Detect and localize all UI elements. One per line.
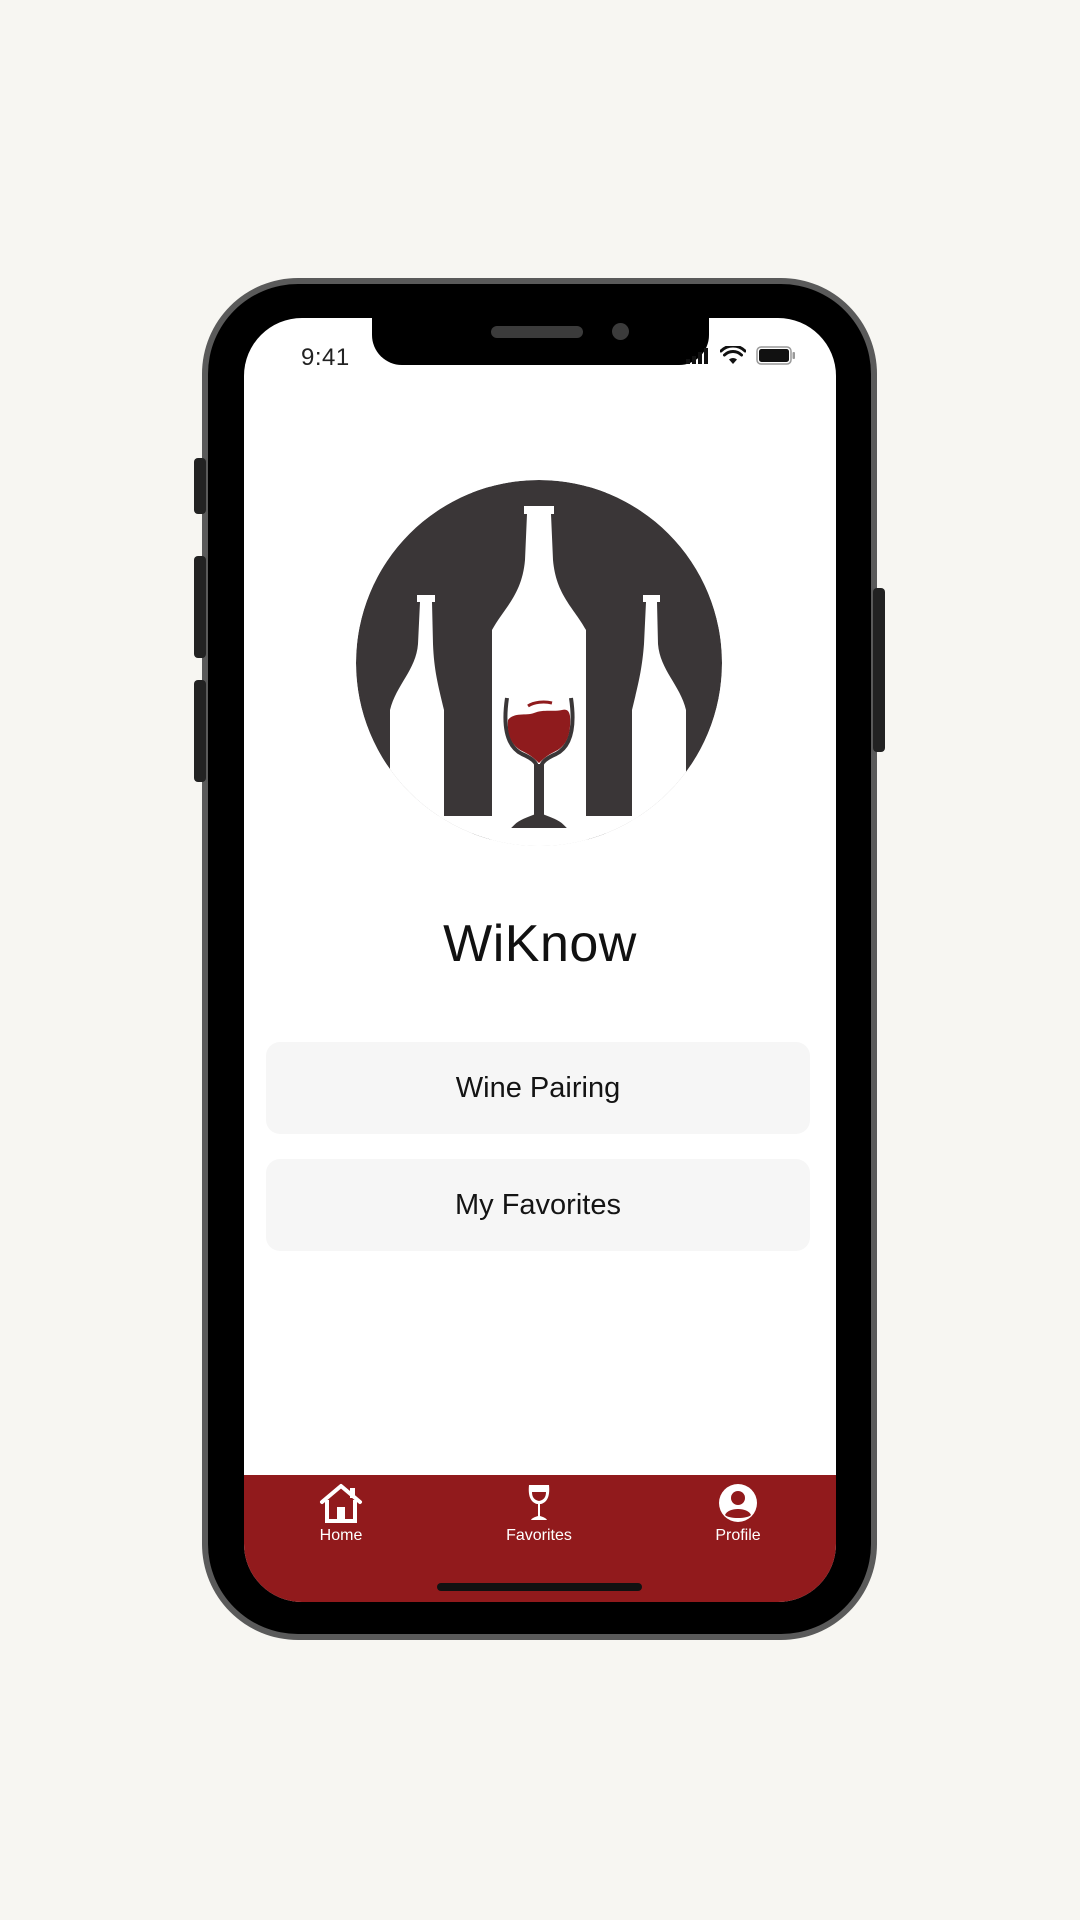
power-button (873, 588, 885, 752)
wine-glass-icon (516, 1481, 562, 1525)
status-time: 9:41 (301, 344, 350, 371)
home-indicator[interactable] (437, 1583, 642, 1591)
app-title: WiKnow (443, 915, 637, 973)
home-icon (318, 1481, 364, 1525)
status-icons (686, 346, 796, 365)
tab-profile[interactable]: Profile (678, 1481, 798, 1559)
my-favorites-button[interactable]: My Favorites (266, 1159, 810, 1251)
wine-bottles-logo (356, 480, 722, 846)
mute-switch (194, 458, 206, 514)
tab-favorites-label: Favorites (506, 1527, 572, 1544)
front-camera (612, 323, 629, 340)
speaker-grille (491, 326, 583, 338)
wifi-icon (720, 346, 746, 364)
tab-profile-label: Profile (715, 1527, 761, 1544)
signal-icon (686, 347, 708, 364)
battery-icon (756, 346, 795, 365)
profile-icon (715, 1481, 761, 1525)
volume-down-button (194, 680, 206, 782)
wine-pairing-button[interactable]: Wine Pairing (266, 1042, 810, 1134)
stage: 9:41 WiKnow Wine Pairing My Favorites Ho… (0, 0, 1080, 1920)
volume-up-button (194, 556, 206, 658)
tab-favorites[interactable]: Favorites (479, 1481, 599, 1559)
notch (372, 318, 709, 365)
tab-home[interactable]: Home (281, 1481, 401, 1559)
tab-home-label: Home (319, 1527, 363, 1544)
screen: 9:41 WiKnow Wine Pairing My Favorites Ho… (244, 318, 836, 1602)
